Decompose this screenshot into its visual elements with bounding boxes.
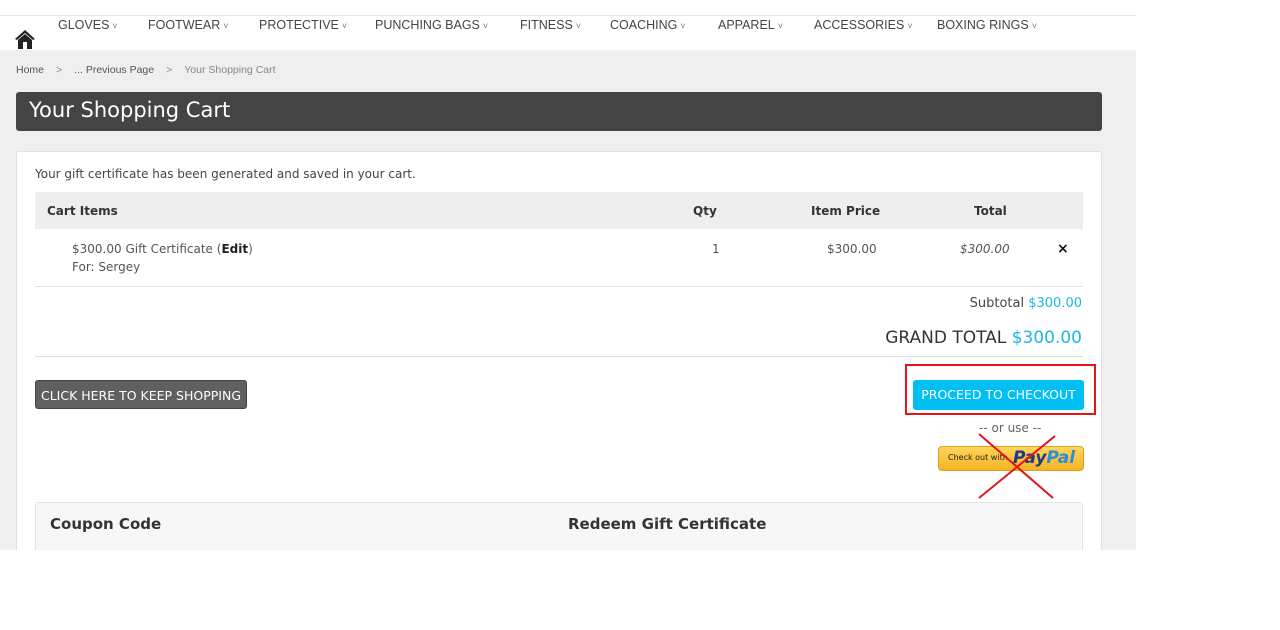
grand-total: GRAND TOTAL $300.00: [885, 328, 1082, 348]
chevron-down-icon: ˅: [680, 21, 686, 31]
chevron-down-icon: ˅: [482, 21, 489, 31]
page: GLOVES ˅ FOOTWEAR ˅ PROTECTIVE ˅ PUNCHING B…: [0, 0, 1136, 550]
nav-label: ACCESSORIES: [814, 18, 905, 32]
chevron-down-icon: ˅: [223, 21, 229, 31]
header-total: Total: [974, 204, 1007, 218]
item-total: $300.00: [960, 242, 1010, 256]
item-name: $300.00 Gift Certificate (Edit): [72, 242, 253, 256]
item-price: $300.00: [827, 242, 877, 256]
chevron-down-icon: ˅: [1031, 21, 1037, 31]
grand-total-value: $300.00: [1011, 328, 1082, 348]
main-nav: GLOVES ˅ FOOTWEAR ˅ PROTECTIVE ˅ PUNCHING B…: [0, 16, 1136, 50]
top-bar: [0, 0, 1136, 16]
header-qty: Qty: [693, 204, 717, 218]
nav-label: APPAREL: [718, 18, 775, 32]
nav-protective[interactable]: PROTECTIVE ˅: [259, 18, 347, 32]
grand-total-label: GRAND TOTAL: [885, 328, 1007, 348]
breadcrumb-separator: >: [56, 64, 63, 76]
chevron-down-icon: ˅: [112, 21, 118, 31]
coupon-code-heading: Coupon Code: [50, 515, 162, 533]
nav-label: FOOTWEAR: [148, 18, 221, 32]
chevron-down-icon: ˅: [341, 21, 348, 31]
redeem-gift-heading: Redeem Gift Certificate: [568, 515, 767, 533]
chevron-down-icon: ˅: [575, 21, 582, 31]
proceed-to-checkout-button[interactable]: PROCEED TO CHECKOUT: [913, 380, 1084, 410]
item-qty: 1: [712, 242, 720, 256]
breadcrumb: Home > ... Previous Page > Your Shopping Car…: [16, 64, 286, 76]
edit-link[interactable]: Edit: [221, 242, 248, 256]
nav-apparel[interactable]: APPAREL ˅: [718, 18, 783, 32]
nav-footwear[interactable]: FOOTWEAR ˅: [148, 18, 228, 32]
subtotal-value: $300.00: [1028, 296, 1082, 311]
nav-boxing-rings[interactable]: BOXING RINGS ˅: [937, 18, 1037, 32]
nav-accessories[interactable]: ACCESSORIES ˅: [814, 18, 913, 32]
coupon-gift-section: Coupon Code Redeem Gift Certificate: [35, 502, 1083, 550]
home-icon[interactable]: [14, 28, 36, 50]
nav-label: BOXING RINGS: [937, 18, 1029, 32]
paren: ): [248, 242, 253, 256]
remove-icon[interactable]: ×: [1057, 241, 1069, 257]
breadcrumb-previous[interactable]: ... Previous Page: [74, 64, 154, 76]
status-message: Your gift certificate has been generated…: [35, 167, 416, 181]
nav-fitness[interactable]: FITNESS ˅: [520, 18, 581, 32]
breadcrumb-current: Your Shopping Cart: [184, 64, 276, 76]
table-header: Cart Items Qty Item Price Total: [35, 192, 1083, 229]
subtotal-label: Subtotal: [969, 296, 1025, 311]
cart-panel: Your gift certificate has been generated…: [16, 151, 1102, 550]
subtotal: Subtotal $300.00: [970, 296, 1082, 311]
nav-coaching[interactable]: COACHING ˅: [610, 18, 686, 32]
item-title: $300.00 Gift Certificate (: [72, 242, 222, 256]
nav-label: GLOVES: [58, 18, 110, 32]
nav-label: PROTECTIVE: [259, 18, 339, 32]
nav-label: PUNCHING BAGS: [375, 18, 480, 32]
chevron-down-icon: ˅: [907, 21, 913, 31]
table-row: $300.00 Gift Certificate (Edit) For: Ser…: [35, 229, 1083, 287]
divider: [35, 356, 1083, 357]
item-recipient: For: Sergey: [72, 260, 141, 274]
nav-punching-bags[interactable]: PUNCHING BAGS ˅: [375, 18, 488, 32]
nav-label: FITNESS: [520, 18, 573, 32]
header-price: Item Price: [811, 204, 881, 218]
keep-shopping-button[interactable]: CLICK HERE TO KEEP SHOPPING: [35, 380, 247, 409]
breadcrumb-home[interactable]: Home: [16, 64, 44, 76]
cross-out-annotation-icon: [978, 433, 1056, 499]
nav-label: COACHING: [610, 18, 678, 32]
breadcrumb-separator: >: [166, 64, 173, 76]
chevron-down-icon: ˅: [777, 21, 784, 31]
page-title: Your Shopping Cart: [16, 92, 1102, 131]
header-items: Cart Items: [47, 204, 118, 218]
nav-gloves[interactable]: GLOVES ˅: [58, 18, 118, 32]
